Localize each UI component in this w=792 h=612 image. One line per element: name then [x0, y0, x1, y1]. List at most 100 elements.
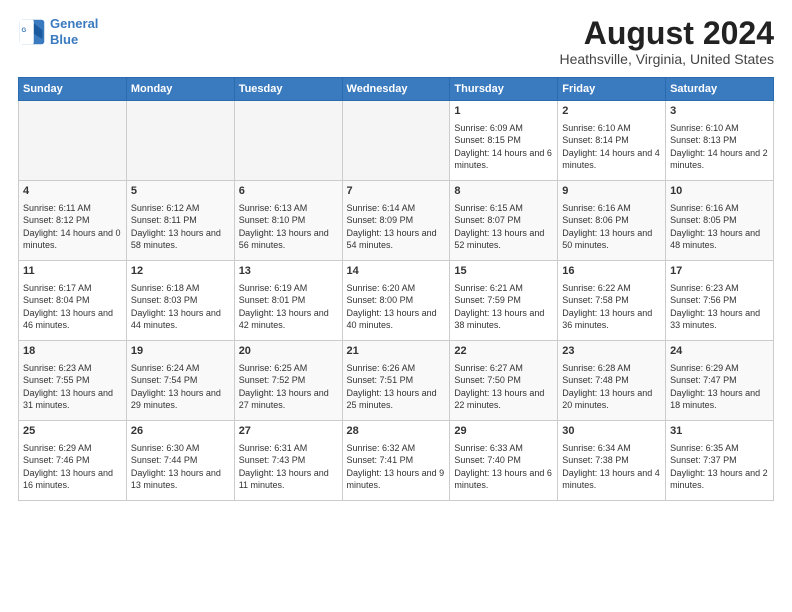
day-info: Sunrise: 6:16 AMSunset: 8:05 PMDaylight:…: [670, 203, 760, 251]
table-row: 11Sunrise: 6:17 AMSunset: 8:04 PMDayligh…: [19, 261, 127, 341]
table-row: 6 Sunrise: 6:13 AMSunset: 8:10 PMDaylight…: [234, 181, 342, 261]
calendar-week-2: 4 Sunrise: 6:11 AMSunset: 8:12 PMDaylight…: [19, 181, 774, 261]
day-number: 24: [670, 344, 769, 359]
day-info: Sunrise: 6:31 AMSunset: 7:43 PMDaylight:…: [239, 443, 329, 491]
day-info: Sunrise: 6:33 AMSunset: 7:40 PMDaylight:…: [454, 443, 552, 491]
table-row: [234, 101, 342, 181]
day-number: 18: [23, 344, 122, 359]
col-wednesday: Wednesday: [342, 78, 450, 101]
day-info: Sunrise: 6:32 AMSunset: 7:41 PMDaylight:…: [347, 443, 445, 491]
day-info: Sunrise: 6:13 AMSunset: 8:10 PMDaylight:…: [239, 203, 329, 251]
day-info: Sunrise: 6:09 AMSunset: 8:15 PMDaylight:…: [454, 123, 552, 171]
col-friday: Friday: [558, 78, 666, 101]
table-row: 2 Sunrise: 6:10 AMSunset: 8:14 PMDaylight…: [558, 101, 666, 181]
day-number: 22: [454, 344, 553, 359]
day-info: Sunrise: 6:21 AMSunset: 7:59 PMDaylight:…: [454, 283, 544, 331]
table-row: 13 Sunrise: 6:19 AMSunset: 8:01 PMDayligh…: [234, 261, 342, 341]
day-number: 10: [670, 184, 769, 199]
day-info: Sunrise: 6:22 AMSunset: 7:58 PMDaylight:…: [562, 283, 652, 331]
day-number: 5: [131, 184, 230, 199]
day-number: 13: [239, 264, 338, 279]
calendar-week-4: 18 Sunrise: 6:23 AMSunset: 7:55 PMDayligh…: [19, 341, 774, 421]
day-info: Sunrise: 6:30 AMSunset: 7:44 PMDaylight:…: [131, 443, 221, 491]
day-number: 21: [347, 344, 446, 359]
col-sunday: Sunday: [19, 78, 127, 101]
day-number: 2: [562, 104, 661, 119]
day-number: 15: [454, 264, 553, 279]
day-number: 16: [562, 264, 661, 279]
day-number: 25: [23, 424, 122, 439]
table-row: 10 Sunrise: 6:16 AMSunset: 8:05 PMDayligh…: [666, 181, 774, 261]
calendar-week-3: 11Sunrise: 6:17 AMSunset: 8:04 PMDayligh…: [19, 261, 774, 341]
col-thursday: Thursday: [450, 78, 558, 101]
day-number: 26: [131, 424, 230, 439]
table-row: 17Sunrise: 6:23 AMSunset: 7:56 PMDayligh…: [666, 261, 774, 341]
table-row: 18 Sunrise: 6:23 AMSunset: 7:55 PMDayligh…: [19, 341, 127, 421]
day-info: Sunrise: 6:34 AMSunset: 7:38 PMDaylight:…: [562, 443, 660, 491]
day-info: Sunrise: 6:10 AMSunset: 8:14 PMDaylight:…: [562, 123, 660, 171]
day-number: 31: [670, 424, 769, 439]
location: Heathsville, Virginia, United States: [559, 51, 774, 67]
day-number: 6: [239, 184, 338, 199]
day-info: Sunrise: 6:10 AMSunset: 8:13 PMDaylight:…: [670, 123, 768, 171]
logo-icon: G: [18, 18, 46, 46]
col-monday: Monday: [126, 78, 234, 101]
table-row: [126, 101, 234, 181]
svg-text:G: G: [22, 27, 27, 34]
table-row: 5 Sunrise: 6:12 AMSunset: 8:11 PMDaylight…: [126, 181, 234, 261]
day-info: Sunrise: 6:20 AMSunset: 8:00 PMDaylight:…: [347, 283, 437, 331]
table-row: 21 Sunrise: 6:26 AMSunset: 7:51 PMDayligh…: [342, 341, 450, 421]
table-row: 4 Sunrise: 6:11 AMSunset: 8:12 PMDaylight…: [19, 181, 127, 261]
table-row: 15 Sunrise: 6:21 AMSunset: 7:59 PMDayligh…: [450, 261, 558, 341]
table-row: 16 Sunrise: 6:22 AMSunset: 7:58 PMDayligh…: [558, 261, 666, 341]
day-number: 7: [347, 184, 446, 199]
calendar-table: Sunday Monday Tuesday Wednesday Thursday…: [18, 77, 774, 501]
calendar-week-1: 1Sunrise: 6:09 AMSunset: 8:15 PMDaylight…: [19, 101, 774, 181]
day-info: Sunrise: 6:29 AMSunset: 7:47 PMDaylight:…: [670, 363, 760, 411]
col-tuesday: Tuesday: [234, 78, 342, 101]
day-info: Sunrise: 6:26 AMSunset: 7:51 PMDaylight:…: [347, 363, 437, 411]
day-number: 29: [454, 424, 553, 439]
table-row: 22Sunrise: 6:27 AMSunset: 7:50 PMDayligh…: [450, 341, 558, 421]
table-row: 3Sunrise: 6:10 AMSunset: 8:13 PMDaylight…: [666, 101, 774, 181]
day-info: Sunrise: 6:24 AMSunset: 7:54 PMDaylight:…: [131, 363, 221, 411]
table-row: [342, 101, 450, 181]
table-row: 23Sunrise: 6:28 AMSunset: 7:48 PMDayligh…: [558, 341, 666, 421]
day-info: Sunrise: 6:29 AMSunset: 7:46 PMDaylight:…: [23, 443, 113, 491]
table-row: 30Sunrise: 6:34 AMSunset: 7:38 PMDayligh…: [558, 421, 666, 501]
day-info: Sunrise: 6:23 AMSunset: 7:55 PMDaylight:…: [23, 363, 113, 411]
day-info: Sunrise: 6:11 AMSunset: 8:12 PMDaylight:…: [23, 203, 121, 251]
day-number: 12: [131, 264, 230, 279]
table-row: 28 Sunrise: 6:32 AMSunset: 7:41 PMDayligh…: [342, 421, 450, 501]
day-info: Sunrise: 6:16 AMSunset: 8:06 PMDaylight:…: [562, 203, 652, 251]
day-number: 20: [239, 344, 338, 359]
day-info: Sunrise: 6:35 AMSunset: 7:37 PMDaylight:…: [670, 443, 768, 491]
day-number: 4: [23, 184, 122, 199]
day-info: Sunrise: 6:25 AMSunset: 7:52 PMDaylight:…: [239, 363, 329, 411]
logo: G General Blue: [18, 16, 98, 47]
day-info: Sunrise: 6:23 AMSunset: 7:56 PMDaylight:…: [670, 283, 760, 331]
col-saturday: Saturday: [666, 78, 774, 101]
day-info: Sunrise: 6:19 AMSunset: 8:01 PMDaylight:…: [239, 283, 329, 331]
calendar-header-row: Sunday Monday Tuesday Wednesday Thursday…: [19, 78, 774, 101]
table-row: 7 Sunrise: 6:14 AMSunset: 8:09 PMDaylight…: [342, 181, 450, 261]
table-row: 12Sunrise: 6:18 AMSunset: 8:03 PMDayligh…: [126, 261, 234, 341]
day-info: Sunrise: 6:12 AMSunset: 8:11 PMDaylight:…: [131, 203, 221, 251]
day-info: Sunrise: 6:14 AMSunset: 8:09 PMDaylight:…: [347, 203, 437, 251]
day-number: 11: [23, 264, 122, 279]
table-row: 20 Sunrise: 6:25 AMSunset: 7:52 PMDayligh…: [234, 341, 342, 421]
month-title: August 2024: [559, 16, 774, 51]
page: G General Blue August 2024 Heathsville, …: [0, 0, 792, 612]
table-row: 14 Sunrise: 6:20 AMSunset: 8:00 PMDayligh…: [342, 261, 450, 341]
table-row: 8Sunrise: 6:15 AMSunset: 8:07 PMDaylight…: [450, 181, 558, 261]
day-number: 9: [562, 184, 661, 199]
table-row: 29 Sunrise: 6:33 AMSunset: 7:40 PMDayligh…: [450, 421, 558, 501]
table-row: 24 Sunrise: 6:29 AMSunset: 7:47 PMDayligh…: [666, 341, 774, 421]
table-row: 9 Sunrise: 6:16 AMSunset: 8:06 PMDaylight…: [558, 181, 666, 261]
table-row: 1Sunrise: 6:09 AMSunset: 8:15 PMDaylight…: [450, 101, 558, 181]
day-number: 28: [347, 424, 446, 439]
table-row: 26 Sunrise: 6:30 AMSunset: 7:44 PMDayligh…: [126, 421, 234, 501]
table-row: 19Sunrise: 6:24 AMSunset: 7:54 PMDayligh…: [126, 341, 234, 421]
day-number: 14: [347, 264, 446, 279]
table-row: 31 Sunrise: 6:35 AMSunset: 7:37 PMDayligh…: [666, 421, 774, 501]
